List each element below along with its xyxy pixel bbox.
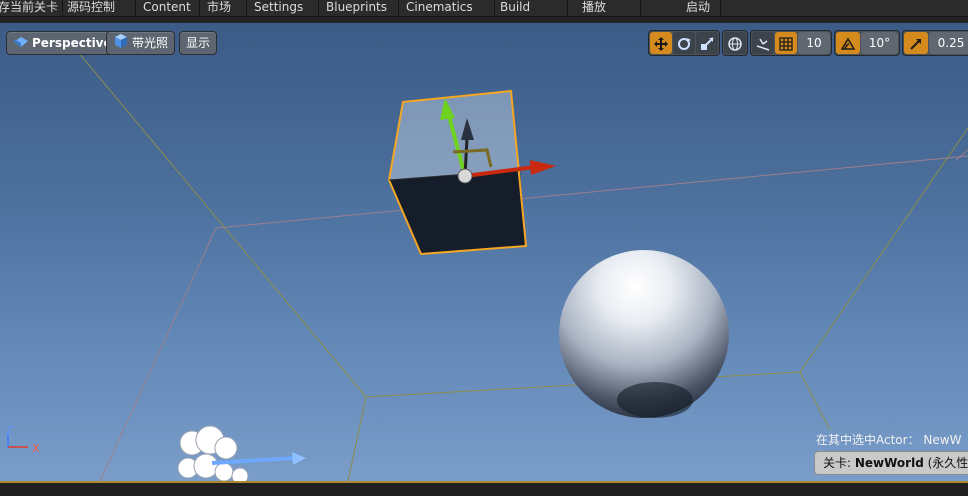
surface-snap-button[interactable] — [752, 32, 774, 54]
blueprints-button[interactable]: Blueprints — [322, 0, 387, 17]
marketplace-button[interactable]: 市场 — [203, 0, 231, 17]
rotation-snap-value[interactable]: 10° — [861, 32, 898, 54]
view-mode-label: Perspective — [32, 36, 112, 50]
show-flags-button[interactable]: 显示 — [179, 31, 218, 55]
selected-actor-text: 在其中选中Actor： NewW — [816, 433, 962, 447]
rotation-snap-group: 10° — [834, 30, 900, 56]
grid-line — [67, 39, 367, 398]
transform-mode-group — [648, 30, 720, 56]
save-current-level-button[interactable]: 存当前关卡 — [0, 0, 58, 17]
level-prefix: 关卡: — [823, 456, 855, 470]
surface-snap-icon — [755, 36, 771, 51]
play-button[interactable]: 播放 — [578, 0, 606, 17]
grid-snap-group: 10 — [750, 30, 832, 56]
scale-mode-button[interactable] — [696, 32, 718, 54]
scale-icon — [699, 36, 715, 50]
show-flags-label: 显示 — [186, 36, 211, 50]
scale-snap-group: 0.25 — [902, 30, 968, 56]
lighting-mode-button[interactable]: 带光照 — [106, 31, 176, 55]
perspective-cube-icon — [13, 33, 29, 55]
axis-x-label: X — [32, 442, 40, 455]
axis-indicator: Z X — [6, 424, 40, 455]
grid-icon — [779, 36, 793, 51]
view-mode-button[interactable]: Perspective — [6, 31, 119, 55]
toolbar-separator — [720, 0, 721, 17]
cinematics-button[interactable]: Cinematics — [402, 0, 473, 17]
toolbar-separator — [199, 0, 200, 17]
main-toolbar: 存当前关卡 源码控制 Content 市场 Settings Blueprint… — [0, 0, 968, 17]
level-viewport[interactable]: Z X Perspective 带光照 显示 10 10° 0.25 在其中选中… — [0, 23, 968, 481]
source-control-button[interactable]: 源码控制 — [63, 0, 115, 17]
level-name: NewWorld — [854, 456, 924, 470]
translate-icon — [653, 36, 669, 51]
grid-line — [955, 149, 968, 161]
rotation-snap-icon — [840, 36, 856, 50]
coordinate-system-group — [722, 30, 748, 56]
settings-button[interactable]: Settings — [250, 0, 303, 17]
sphere-actor[interactable] — [559, 250, 729, 418]
grid-snap-value[interactable]: 10 — [798, 32, 830, 54]
toolbar-separator — [318, 0, 319, 17]
scale-snap-toggle[interactable] — [904, 32, 928, 54]
rotation-snap-toggle[interactable] — [836, 32, 860, 54]
level-suffix: (永久性) — [927, 456, 968, 470]
lighting-mode-label: 带光照 — [132, 36, 169, 50]
cloud-sprite — [177, 425, 249, 481]
toolbar-separator — [398, 0, 399, 17]
bottom-status-bar — [0, 481, 968, 496]
viewport-scene: Z X — [6, 39, 968, 481]
scale-snap-value[interactable]: 0.25 — [929, 32, 968, 54]
launch-button[interactable]: 启动 — [682, 0, 710, 17]
world-grid — [67, 39, 968, 481]
world-local-toggle[interactable] — [724, 32, 746, 54]
lit-sphere-icon — [113, 33, 129, 55]
grid-line — [347, 396, 367, 481]
grid-line — [799, 127, 968, 373]
rotate-icon — [676, 36, 692, 50]
rotate-mode-button[interactable] — [673, 32, 695, 54]
scale-snap-icon — [909, 36, 923, 50]
build-button[interactable]: Build — [496, 0, 530, 17]
toolbar-separator — [246, 0, 247, 17]
axis-z-label: Z — [6, 424, 14, 437]
grid-snap-toggle[interactable] — [775, 32, 797, 54]
grid-line — [799, 371, 831, 431]
current-level-label: 关卡: NewWorld (永久性) — [814, 451, 968, 475]
content-button[interactable]: Content — [139, 0, 191, 17]
grid-line — [215, 155, 968, 229]
toolbar-separator — [640, 0, 641, 17]
world-local-icon — [727, 36, 743, 51]
toolbar-separator — [494, 0, 495, 17]
toolbar-separator — [567, 0, 568, 17]
translate-mode-button[interactable] — [650, 32, 672, 54]
toolbar-separator — [135, 0, 136, 17]
